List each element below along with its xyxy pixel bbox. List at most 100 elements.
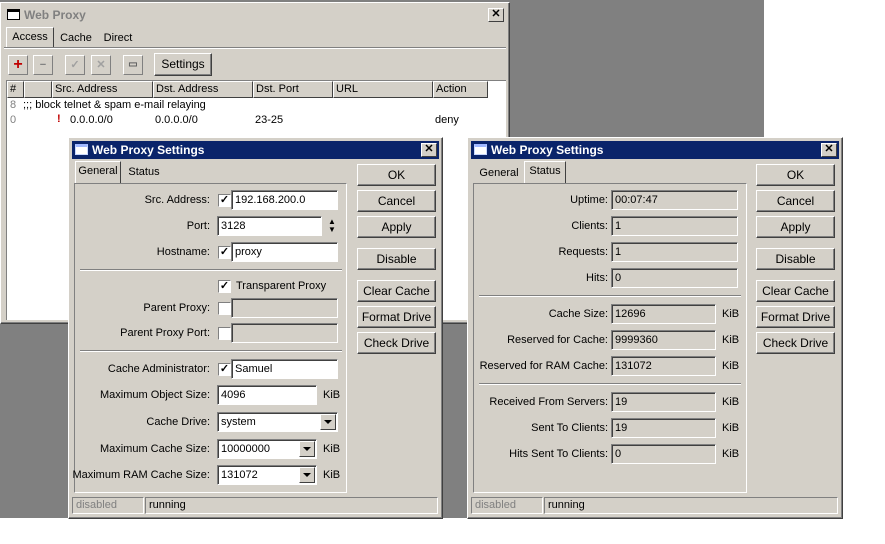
tab-cache[interactable]: Cache xyxy=(56,29,96,49)
max-cache-size-label: Maximum Cache Size: xyxy=(99,443,210,455)
column-header-num[interactable]: # xyxy=(7,81,24,98)
sent-clients-value: 19 xyxy=(611,418,716,438)
apply-button[interactable]: Apply xyxy=(357,216,436,238)
max-object-size-input[interactable]: 4096 xyxy=(217,385,317,405)
reserved-ram-unit: KiB xyxy=(722,360,740,372)
port-input[interactable]: 3128 xyxy=(217,216,322,236)
status-running: running xyxy=(145,497,438,514)
reserved-cache-label: Reserved for Cache: xyxy=(507,334,608,346)
divider xyxy=(479,383,741,385)
row-src: 0.0.0.0/0 xyxy=(70,114,113,126)
chevron-down-icon[interactable] xyxy=(320,414,336,430)
comment-icon[interactable]: ▭ xyxy=(123,55,143,75)
tab-status[interactable]: Status xyxy=(524,161,566,184)
port-spinner-icon[interactable]: ▲ ▼ xyxy=(326,218,338,234)
divider xyxy=(80,269,342,271)
cancel-button[interactable]: Cancel xyxy=(756,190,835,212)
comment-row[interactable]: ;;; block telnet & spam e-mail relaying xyxy=(23,98,206,113)
column-header-url[interactable]: URL xyxy=(333,81,433,98)
cancel-button[interactable]: Cancel xyxy=(357,190,436,212)
hits-label: Hits: xyxy=(586,272,608,284)
status-disabled: disabled xyxy=(471,497,543,514)
column-header-flag[interactable] xyxy=(24,81,52,98)
remove-icon[interactable]: − xyxy=(33,55,53,75)
tab-status[interactable]: Status xyxy=(123,163,165,183)
max-object-size-label: Maximum Object Size: xyxy=(99,389,210,401)
status-running: running xyxy=(544,497,838,514)
clients-value: 1 xyxy=(611,216,738,236)
clear-cache-button[interactable]: Clear Cache xyxy=(357,280,436,302)
hostname-input[interactable]: proxy xyxy=(231,242,338,262)
cache-drive-select[interactable]: system xyxy=(217,412,338,432)
hostname-checkbox[interactable]: ✓ xyxy=(218,246,231,259)
tab-divider xyxy=(4,47,506,49)
max-ram-cache-value: 131072 xyxy=(221,469,258,481)
uptime-label: Uptime: xyxy=(570,194,608,206)
src-address-checkbox[interactable]: ✓ xyxy=(218,194,231,207)
close-icon[interactable]: ✕ xyxy=(421,143,437,157)
cache-size-label: Cache Size: xyxy=(548,308,608,320)
column-header-port[interactable]: Dst. Port xyxy=(253,81,333,98)
hostname-label: Hostname: xyxy=(156,246,210,258)
chevron-down-icon[interactable] xyxy=(299,467,315,483)
clear-cache-button[interactable]: Clear Cache xyxy=(756,280,835,302)
cache-admin-input[interactable]: Samuel xyxy=(231,359,338,379)
cache-size-unit: KiB xyxy=(722,308,740,320)
format-drive-button[interactable]: Format Drive xyxy=(357,306,436,328)
enable-icon[interactable]: ✓ xyxy=(65,55,85,75)
hits-sent-unit: KiB xyxy=(722,448,740,460)
close-icon[interactable]: ✕ xyxy=(821,143,837,157)
format-drive-button[interactable]: Format Drive xyxy=(756,306,835,328)
transparent-proxy-label[interactable]: Transparent Proxy xyxy=(236,276,326,296)
disable-button[interactable]: Disable xyxy=(357,248,436,270)
disable-icon[interactable]: ✕ xyxy=(91,55,111,75)
window-icon xyxy=(75,144,88,155)
chevron-down-icon[interactable] xyxy=(299,441,315,457)
apply-button[interactable]: Apply xyxy=(756,216,835,238)
cache-size-value: 12696 xyxy=(611,304,716,324)
add-icon[interactable]: + xyxy=(8,55,28,75)
tab-direct[interactable]: Direct xyxy=(98,29,138,49)
parent-proxy-input[interactable] xyxy=(231,298,338,318)
max-object-size-unit: KiB xyxy=(323,389,341,401)
src-address-label: Src. Address: xyxy=(144,194,210,206)
parent-proxy-checkbox[interactable] xyxy=(218,302,231,315)
reserved-ram-value: 131072 xyxy=(611,356,716,376)
settings-status-titlebar[interactable]: Web Proxy Settings ✕ xyxy=(471,141,839,159)
check-drive-button[interactable]: Check Drive xyxy=(756,332,835,354)
received-servers-value: 19 xyxy=(611,392,716,412)
port-label: Port: xyxy=(186,220,210,232)
check-drive-button[interactable]: Check Drive xyxy=(357,332,436,354)
disable-button[interactable]: Disable xyxy=(756,248,835,270)
sent-clients-label: Sent To Clients: xyxy=(531,422,608,434)
settings-button[interactable]: Settings xyxy=(154,53,212,76)
tab-access[interactable]: Access xyxy=(6,27,54,49)
ok-button[interactable]: OK xyxy=(357,164,436,186)
close-icon[interactable]: ✕ xyxy=(488,8,504,22)
window-icon xyxy=(474,144,487,155)
window-title: Web Proxy Settings xyxy=(92,143,205,157)
cache-admin-checkbox[interactable]: ✓ xyxy=(218,363,231,376)
column-header-action[interactable]: Action xyxy=(433,81,488,98)
max-cache-size-select[interactable]: 10000000 xyxy=(217,439,317,459)
settings-general-titlebar[interactable]: Web Proxy Settings ✕ xyxy=(72,141,439,159)
src-address-input[interactable]: 192.168.200.0 xyxy=(231,190,338,210)
requests-value: 1 xyxy=(611,242,738,262)
parent-proxy-port-label: Parent Proxy Port: xyxy=(120,327,210,339)
max-ram-cache-label: Maximum RAM Cache Size: xyxy=(72,469,210,481)
column-header-dst[interactable]: Dst. Address xyxy=(153,81,253,98)
transparent-proxy-checkbox[interactable]: ✓ xyxy=(218,280,231,293)
web-proxy-titlebar[interactable]: Web Proxy ✕ xyxy=(4,6,506,24)
settings-general-window: Web Proxy Settings ✕ General Status Src.… xyxy=(68,137,443,519)
sent-clients-unit: KiB xyxy=(722,422,740,434)
row-action: deny xyxy=(435,114,459,126)
tab-general[interactable]: General xyxy=(75,161,121,184)
parent-proxy-port-checkbox[interactable] xyxy=(218,327,231,340)
tab-general[interactable]: General xyxy=(476,164,522,184)
max-ram-cache-select[interactable]: 131072 xyxy=(217,465,317,485)
table-row[interactable]: 0 ! 0.0.0.0/0 0.0.0.0/0 23-25 deny xyxy=(7,113,507,128)
column-header-src-label[interactable]: Src. Address xyxy=(52,81,153,98)
cache-drive-label: Cache Drive: xyxy=(146,416,210,428)
ok-button[interactable]: OK xyxy=(756,164,835,186)
parent-proxy-port-input[interactable] xyxy=(231,323,338,343)
